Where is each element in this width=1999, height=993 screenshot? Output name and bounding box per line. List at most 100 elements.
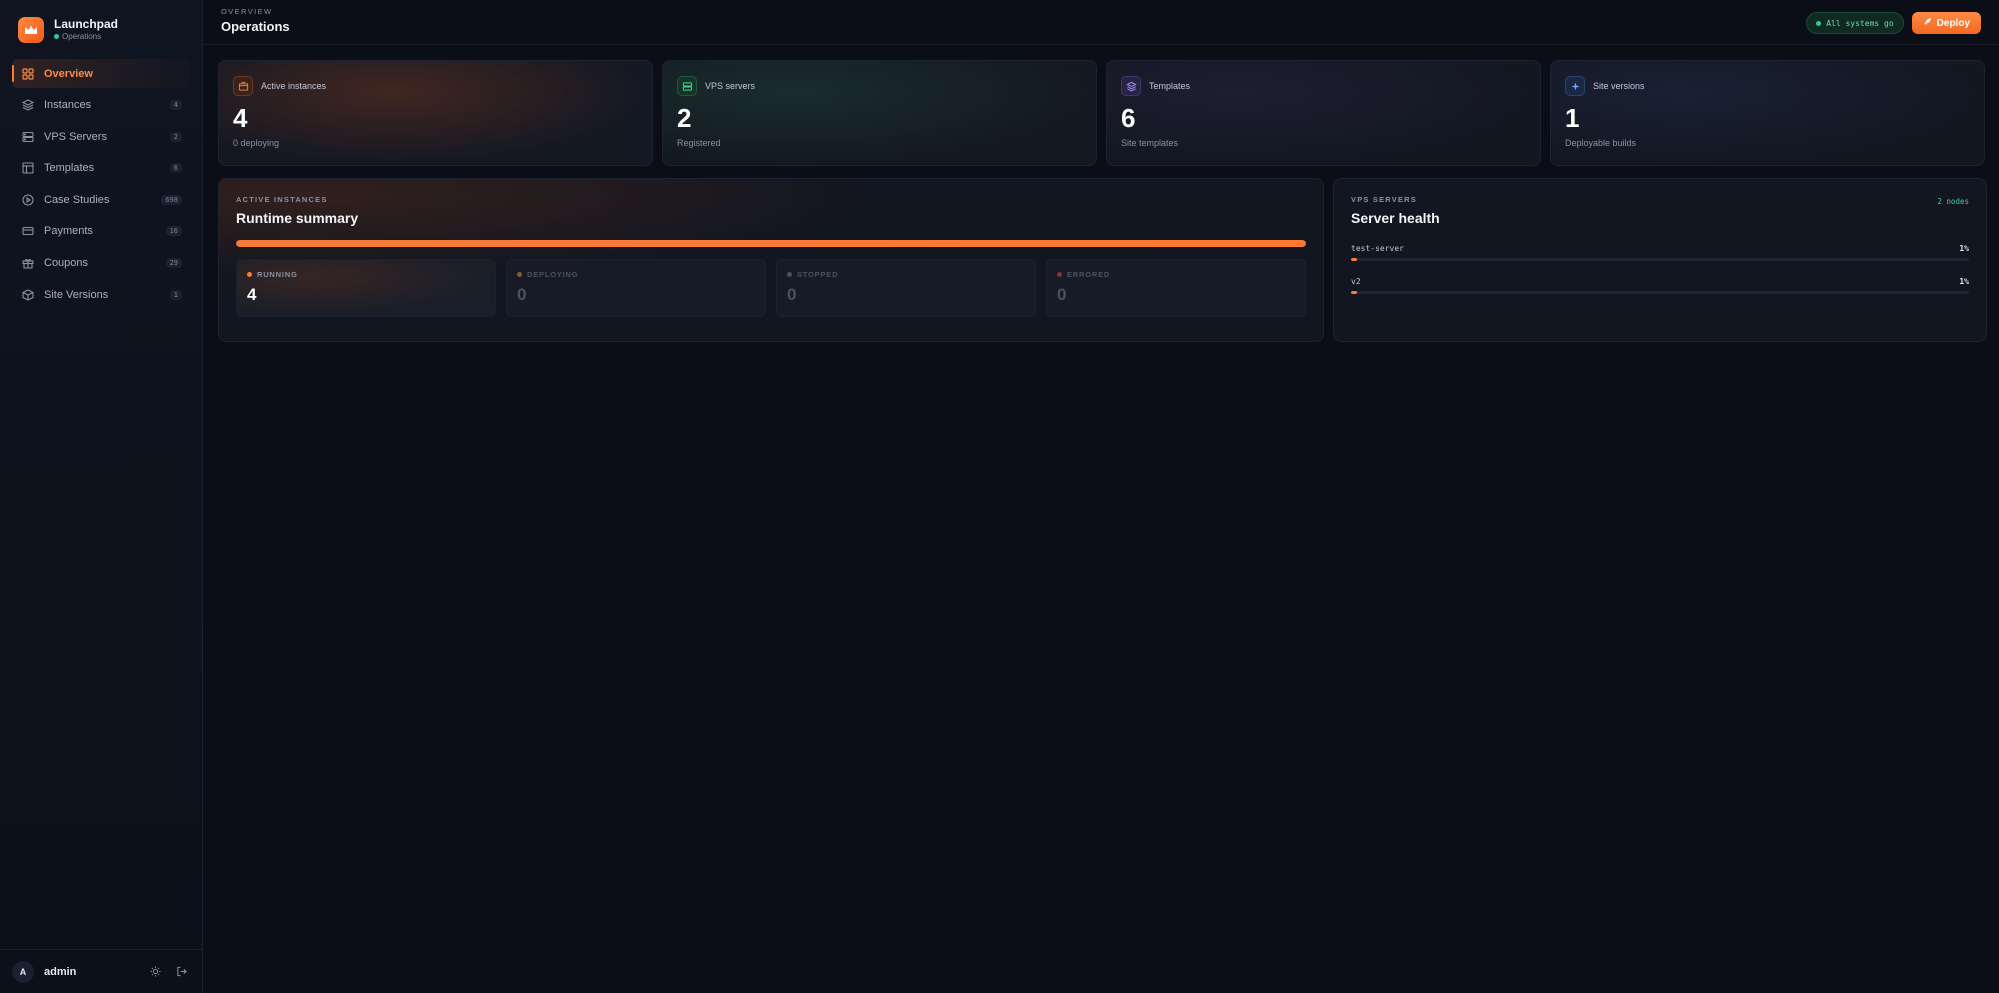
theme-toggle-sun-icon[interactable] xyxy=(146,963,164,981)
status-box-errored[interactable]: ERRORED 0 xyxy=(1046,259,1306,317)
system-status-badge: All systems go xyxy=(1806,12,1904,34)
stopped-dot-icon xyxy=(787,272,792,277)
sidebar-item-templates[interactable]: Templates 6 xyxy=(12,154,190,183)
status-value: 0 xyxy=(1057,285,1067,304)
sidebar-item-label: Site Versions xyxy=(44,288,109,301)
sidebar-footer: A admin xyxy=(0,949,202,993)
stat-subtitle: Deployable builds xyxy=(1565,138,1637,148)
server-icon xyxy=(677,76,697,96)
grid-icon xyxy=(21,67,35,81)
server-row[interactable]: v2 1% xyxy=(1351,277,1969,294)
panel-title: Server health xyxy=(1351,210,1440,226)
user-name: admin xyxy=(44,965,77,978)
stat-value: 4 xyxy=(233,103,248,133)
page-title: Operations xyxy=(221,19,290,34)
status-box-stopped[interactable]: STOPPED 0 xyxy=(776,259,1036,317)
server-health-panel: VPS SERVERS Server health 2 nodes test-s… xyxy=(1333,178,1987,342)
rocket-icon xyxy=(1923,17,1932,29)
crown-logo-icon xyxy=(18,16,44,43)
runtime-progress-fill xyxy=(236,240,1306,247)
runtime-progress-bar xyxy=(236,240,1306,247)
panel-kicker: ACTIVE INSTANCES xyxy=(236,195,328,204)
layout-icon xyxy=(21,161,35,175)
stat-value: 6 xyxy=(1121,103,1136,133)
stat-card-templates[interactable]: Templates 6 Site templates xyxy=(1106,60,1541,166)
server-icon xyxy=(21,130,35,144)
cube-icon xyxy=(21,288,35,302)
sidebar-item-case-studies[interactable]: Case Studies 698 xyxy=(12,185,190,214)
server-usage-fill xyxy=(1351,291,1358,294)
status-box-deploying[interactable]: DEPLOYING 0 xyxy=(506,259,766,317)
layers-icon xyxy=(21,98,35,112)
server-usage: 1% xyxy=(1959,244,1969,253)
sparkle-icon xyxy=(1565,76,1585,96)
panel-kicker: VPS SERVERS xyxy=(1351,195,1418,204)
nav-count-badge: 698 xyxy=(161,194,182,205)
sidebar-nav: Overview Instances 4 VPS Servers 2 Templ… xyxy=(0,57,202,314)
stat-cards: Active instances 4 0 deploying VPS serve… xyxy=(218,60,1985,166)
logout-icon[interactable] xyxy=(172,963,190,981)
gift-icon xyxy=(21,256,35,270)
server-usage-bar xyxy=(1351,291,1969,294)
stat-label: Templates xyxy=(1149,81,1191,91)
server-usage: 1% xyxy=(1959,277,1969,286)
stat-label: Site versions xyxy=(1593,81,1645,91)
sidebar-item-label: Payments xyxy=(44,225,93,238)
sidebar-item-payments[interactable]: Payments 16 xyxy=(12,217,190,246)
avatar[interactable]: A xyxy=(12,960,34,983)
breadcrumb: OVERVIEW xyxy=(221,7,273,16)
server-usage-bar xyxy=(1351,258,1969,261)
stat-card-vps-servers[interactable]: VPS servers 2 Registered xyxy=(662,60,1097,166)
deploying-dot-icon xyxy=(517,272,522,277)
sidebar: Launchpad Operations Overview Instances xyxy=(0,0,203,993)
nav-count-badge: 16 xyxy=(165,226,182,237)
stat-card-site-versions[interactable]: Site versions 1 Deployable builds xyxy=(1550,60,1985,166)
runtime-summary-panel: ACTIVE INSTANCES Runtime summary RUNNING… xyxy=(218,178,1324,342)
topbar: OVERVIEW Operations All systems go Deplo… xyxy=(203,0,1999,45)
status-grid: RUNNING 4 DEPLOYING 0 STOPPED 0 ERRORED … xyxy=(236,259,1306,317)
status-value: 0 xyxy=(787,285,797,304)
status-value: 0 xyxy=(517,285,527,304)
main-content: OVERVIEW Operations All systems go Deplo… xyxy=(203,0,1999,993)
brand-name: Launchpad xyxy=(54,17,119,31)
sidebar-item-label: Coupons xyxy=(44,257,89,270)
nav-count-badge: 2 xyxy=(169,131,182,142)
server-row[interactable]: test-server 1% xyxy=(1351,244,1969,261)
brand-subtitle: Operations xyxy=(54,31,118,42)
sidebar-item-label: Templates xyxy=(44,162,95,175)
box-icon xyxy=(233,76,253,96)
server-usage-fill xyxy=(1351,258,1358,261)
sidebar-item-label: Case Studies xyxy=(44,193,110,206)
sidebar-item-instances[interactable]: Instances 4 xyxy=(12,91,190,120)
brand[interactable]: Launchpad Operations xyxy=(0,0,202,57)
panel-title: Runtime summary xyxy=(236,210,359,226)
nav-count-badge: 6 xyxy=(169,163,182,174)
deploy-button[interactable]: Deploy xyxy=(1911,12,1981,34)
stat-subtitle: 0 deploying xyxy=(233,138,280,148)
sidebar-item-overview[interactable]: Overview xyxy=(12,59,190,88)
server-name: test-server xyxy=(1351,244,1404,253)
online-dot-icon xyxy=(54,34,59,39)
stat-value: 1 xyxy=(1565,103,1580,133)
layers-icon xyxy=(1121,76,1141,96)
app-root: Launchpad Operations Overview Instances xyxy=(0,0,1999,993)
stat-label: Active instances xyxy=(261,81,327,91)
errored-dot-icon xyxy=(1057,272,1062,277)
sidebar-item-coupons[interactable]: Coupons 29 xyxy=(12,249,190,278)
nav-count-badge: 1 xyxy=(169,289,182,300)
stat-label: VPS servers xyxy=(705,81,756,91)
nav-count-badge: 4 xyxy=(169,100,182,111)
stat-subtitle: Registered xyxy=(677,138,721,148)
running-dot-icon xyxy=(247,272,252,277)
status-dot-icon xyxy=(1816,20,1822,26)
sidebar-item-label: Instances xyxy=(44,99,92,112)
stat-value: 2 xyxy=(677,103,692,133)
server-name: v2 xyxy=(1351,277,1361,286)
sidebar-item-site-versions[interactable]: Site Versions 1 xyxy=(12,280,190,309)
status-value: 4 xyxy=(247,285,257,304)
status-box-running[interactable]: RUNNING 4 xyxy=(236,259,496,317)
sidebar-item-vps-servers[interactable]: VPS Servers 2 xyxy=(12,122,190,151)
nav-count-badge: 29 xyxy=(165,258,182,269)
node-count-badge: 2 nodes xyxy=(1937,197,1969,206)
stat-card-active-instances[interactable]: Active instances 4 0 deploying xyxy=(218,60,653,166)
